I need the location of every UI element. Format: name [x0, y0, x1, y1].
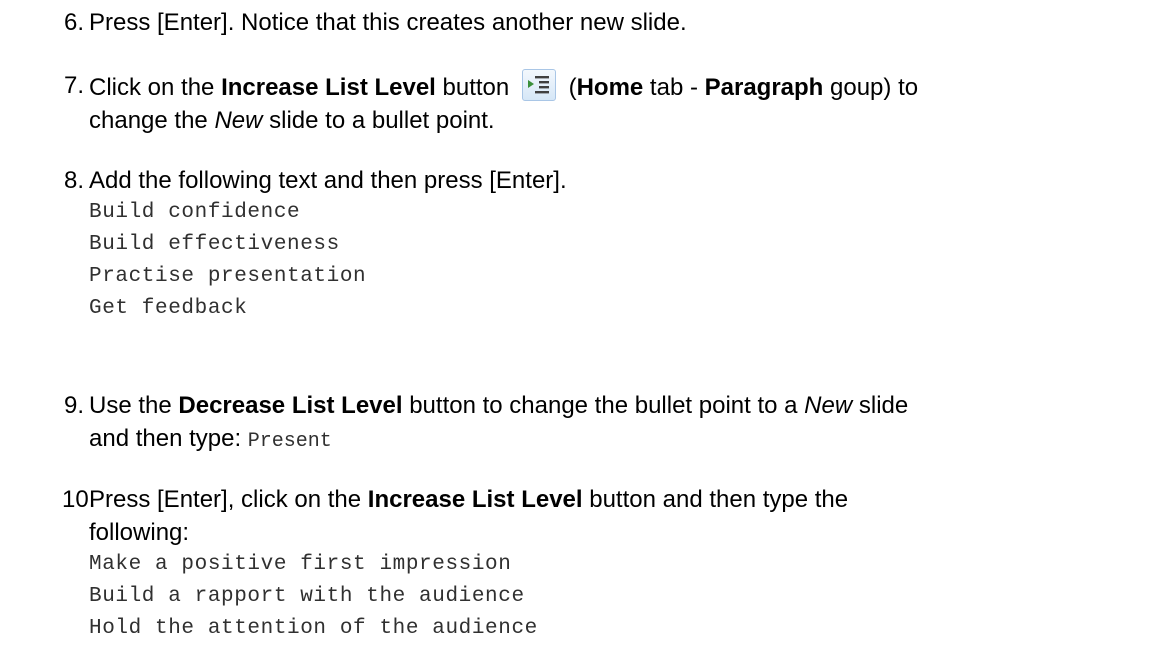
text-run: button to change the bullet point to a	[402, 392, 805, 419]
step-text: Press [Enter], click on the Increase Lis…	[89, 483, 1159, 549]
step-number: 9.	[64, 392, 85, 419]
text-run: (	[561, 74, 577, 101]
step-9: 9. Use the Decrease List Level button to…	[64, 389, 1159, 458]
step-number: 7.	[64, 72, 85, 99]
code-line: Get feedback	[89, 297, 248, 320]
text-run: Click on the	[89, 74, 222, 101]
step-text: Click on the Increase List Level button …	[89, 69, 1159, 137]
code-inline: Present	[247, 430, 332, 453]
step-number: 6.	[64, 9, 85, 36]
bold-term: Paragraph	[704, 74, 824, 101]
italic-term: New	[804, 392, 853, 419]
document-page: 6. Press [Enter]. Notice that this creat…	[0, 0, 1167, 665]
step-6: 6. Press [Enter]. Notice that this creat…	[64, 6, 1159, 39]
text-run: slide	[852, 392, 909, 419]
code-line: Practise presentation	[89, 265, 367, 288]
code-line: Hold the attention of the audience	[89, 617, 538, 640]
step-10: 10. Press [Enter], click on the Increase…	[62, 483, 1159, 645]
code-block: Make a positive first impression Build a…	[89, 549, 1159, 645]
code-line: Make a positive first impression	[89, 553, 512, 576]
step-number: 10.	[62, 486, 96, 513]
text-run: goup) to	[823, 74, 919, 101]
code-line: Build confidence	[89, 201, 301, 224]
code-line: Build effectiveness	[89, 233, 340, 256]
text-run: button	[435, 74, 516, 101]
bold-term: Increase List Level	[221, 74, 436, 101]
step-text: Use the Decrease List Level button to ch…	[89, 389, 1159, 458]
bold-term: Decrease List Level	[178, 392, 403, 419]
step-number: 8.	[64, 167, 85, 194]
text-run: and then type:	[89, 425, 248, 452]
code-line: Build a rapport with the audience	[89, 585, 525, 608]
bold-term: Increase List Level	[367, 486, 583, 513]
increase-list-level-icon	[521, 69, 556, 101]
step-8: 8. Add the following text and then press…	[64, 164, 1159, 325]
text-run: tab -	[643, 74, 705, 101]
step-text: Add the following text and then press [E…	[89, 167, 567, 194]
code-block: Build confidence Build effectiveness Pra…	[89, 197, 1159, 325]
text-run: button and then type the	[582, 486, 849, 513]
text-run: following:	[89, 519, 190, 546]
text-run: Use the	[89, 392, 179, 419]
text-run: slide to a bullet point.	[262, 107, 495, 134]
step-text: Press [Enter]. Notice that this creates …	[89, 9, 687, 36]
step-7: 7. Click on the Increase List Level butt…	[64, 69, 1159, 137]
text-run: change the	[89, 107, 215, 134]
italic-term: New	[214, 107, 263, 134]
text-run: Press [Enter], click on the	[89, 486, 368, 513]
bold-term: Home	[576, 74, 644, 101]
